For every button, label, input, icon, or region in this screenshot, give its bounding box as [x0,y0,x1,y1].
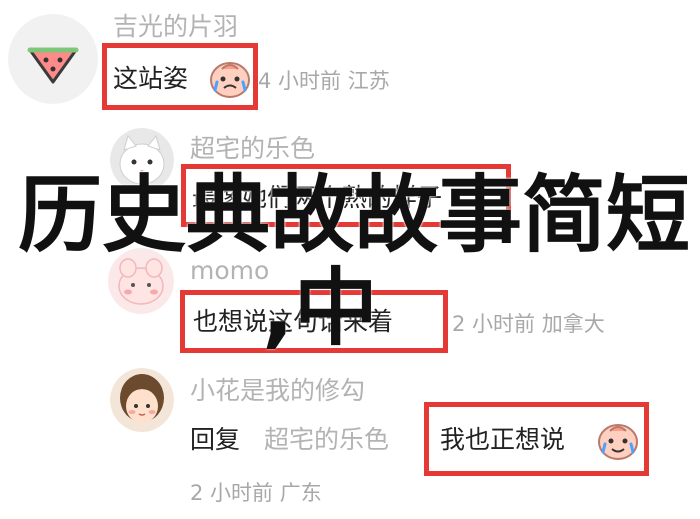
comment-username[interactable]: 小花是我的修勾 [190,376,365,406]
comment-meta: 2 小时前 加拿大 [452,312,605,336]
comment-text: 这站姿 [113,64,189,93]
comment-meta: 2 小时前 广东 [190,481,322,505]
avatar[interactable] [8,14,98,104]
crying-face-icon [208,59,252,99]
reply-target-username[interactable]: 超宅的乐色 [264,425,389,455]
avatar[interactable] [110,368,174,432]
comment-username[interactable]: 超宅的乐色 [190,134,315,164]
overlay-title: 历史典故故事简短 [18,166,691,264]
comment-meta: 4 小时前 江苏 [258,69,390,93]
crying-face-icon [596,421,640,461]
comment-text: 我也正想说 [440,425,566,454]
overlay-subtitle: ,中 [262,259,378,357]
reply-label: 回复 [190,425,241,454]
watermelon-icon [8,14,98,104]
comment-username[interactable]: 吉光的片羽 [113,12,238,42]
girl-icon [110,368,174,432]
